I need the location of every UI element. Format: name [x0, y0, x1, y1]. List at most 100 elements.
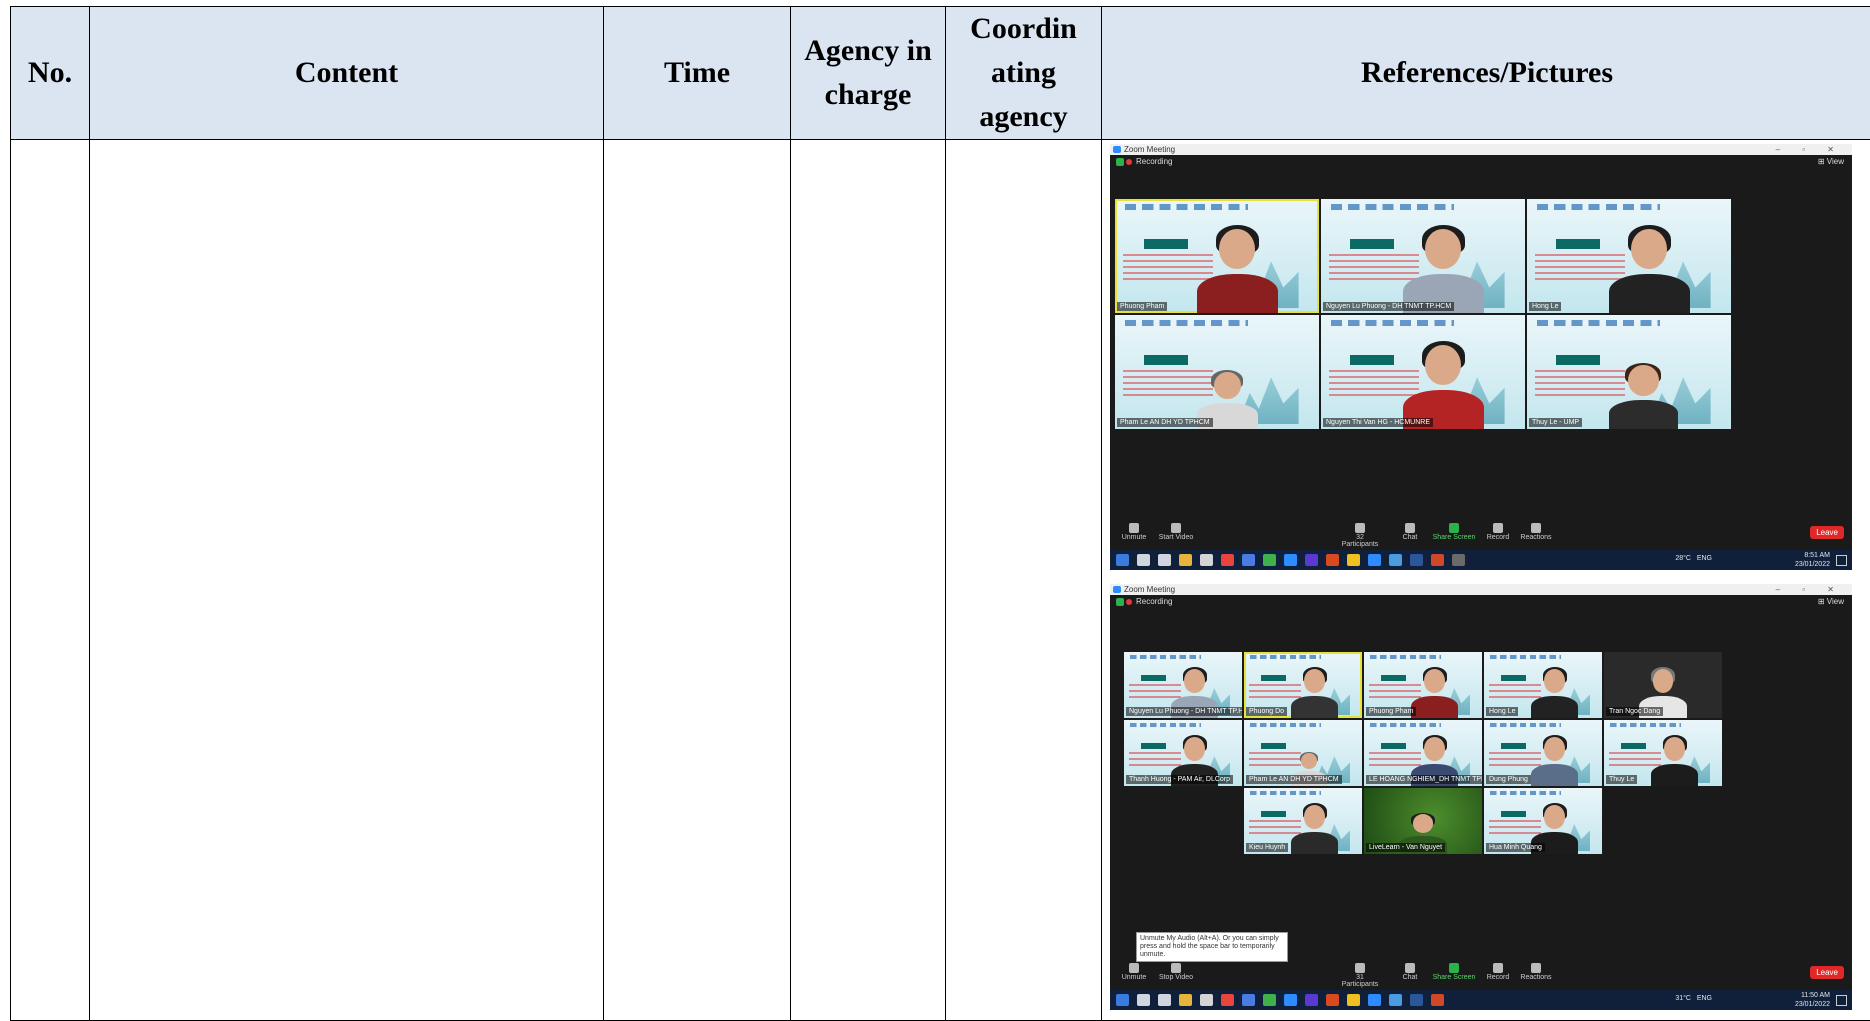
- window-controls[interactable]: – ▫ ✕: [1776, 144, 1844, 155]
- reactions-icon: [1531, 523, 1541, 533]
- window-controls[interactable]: – ▫ ✕: [1776, 584, 1844, 595]
- video-tile[interactable]: LE HOANG NGHIEM_DH TNMT TPHC: [1364, 720, 1482, 786]
- windows-taskbar: 28°C ENG 8:51 AM23/01/2022: [1110, 550, 1852, 570]
- stop-video-button[interactable]: Stop Video: [1154, 961, 1198, 981]
- video-tile[interactable]: Pham Le AN DH YD TPHCM: [1115, 315, 1319, 429]
- participant-name: LiveLearn - Van Nguyet: [1366, 843, 1445, 852]
- sticky-notes-icon[interactable]: [1347, 554, 1360, 566]
- video-tile[interactable]: Phuong Pham: [1115, 199, 1319, 313]
- video-tile[interactable]: Tran Ngoc Dang: [1604, 652, 1722, 718]
- zoom-logo-icon: [1113, 146, 1121, 153]
- illustrator-icon[interactable]: [1326, 554, 1339, 566]
- video-tile[interactable]: Phuong Pham: [1364, 652, 1482, 718]
- view-button[interactable]: ⊞ View: [1818, 595, 1844, 609]
- notification-icon[interactable]: [1836, 995, 1847, 1006]
- participant-name: Phuong Pham: [1366, 707, 1416, 716]
- video-tile[interactable]: Nguyen Lu Phuong - DH TNMT TP.HCM: [1124, 652, 1242, 718]
- notification-icon[interactable]: [1836, 555, 1847, 566]
- video-tile[interactable]: Nguyen Lu Phuong - DH TNMT TP.HCM: [1321, 199, 1525, 313]
- search-icon[interactable]: [1137, 554, 1150, 566]
- file-explorer-icon[interactable]: [1179, 994, 1192, 1006]
- store-icon[interactable]: [1200, 994, 1213, 1006]
- app-icon[interactable]: [1263, 994, 1276, 1006]
- participant-name: Nguyen Lu Phuong - DH TNMT TP.HCM: [1323, 302, 1454, 311]
- powerpoint-icon[interactable]: [1431, 554, 1444, 566]
- zoom-taskbar-icon[interactable]: [1389, 554, 1402, 566]
- chat-icon: [1405, 523, 1415, 533]
- unmute-button[interactable]: Unmute: [1112, 961, 1156, 981]
- view-button[interactable]: ⊞ View: [1818, 155, 1844, 169]
- leave-button[interactable]: Leave: [1810, 966, 1844, 979]
- app-icon[interactable]: [1305, 994, 1318, 1006]
- video-tile[interactable]: Nguyen Thi Van HG - HCMUNRE: [1321, 315, 1525, 429]
- chat-button[interactable]: Chat: [1388, 521, 1432, 541]
- chrome-icon[interactable]: [1221, 554, 1234, 566]
- chat-icon: [1405, 963, 1415, 973]
- recording-label: Recording: [1136, 157, 1172, 166]
- video-tile[interactable]: Dung Phung: [1484, 720, 1602, 786]
- app-icon[interactable]: [1263, 554, 1276, 566]
- meeting-controls: Unmute Stop Video 31 Participants Chat S…: [1110, 961, 1852, 989]
- chat-button[interactable]: Chat: [1388, 961, 1432, 981]
- participants-button[interactable]: 32 Participants: [1338, 521, 1382, 548]
- taskbar-clock: 11:50 AM23/01/2022: [1795, 991, 1830, 1009]
- video-tile[interactable]: Phuong Do: [1244, 652, 1362, 718]
- header-content: Content: [90, 7, 604, 140]
- header-no: No.: [11, 7, 90, 140]
- app-icon[interactable]: [1242, 994, 1255, 1006]
- video-tile[interactable]: Thuy Le: [1604, 720, 1722, 786]
- cell-content: [90, 140, 604, 1021]
- task-view-icon[interactable]: [1158, 554, 1171, 566]
- video-tile[interactable]: Hong Le: [1527, 199, 1731, 313]
- reactions-button[interactable]: Reactions: [1514, 961, 1558, 981]
- zoom-taskbar-icon[interactable]: [1389, 994, 1402, 1006]
- participant-name: LE HOANG NGHIEM_DH TNMT TPHC: [1366, 775, 1482, 784]
- zoom-taskbar-icon[interactable]: [1368, 554, 1381, 566]
- participant-name: Pham Le AN DH YD TPHCM: [1117, 418, 1213, 427]
- cell-references: Zoom Meeting – ▫ ✕ Recording ⊞ View Phuo…: [1102, 140, 1870, 1021]
- unmute-button[interactable]: Unmute: [1112, 521, 1156, 541]
- report-table: No. Content Time Agency in charge Coordi…: [10, 6, 1870, 1021]
- leave-button[interactable]: Leave: [1810, 526, 1844, 539]
- app-icon[interactable]: [1305, 554, 1318, 566]
- word-icon[interactable]: [1410, 994, 1423, 1006]
- share-screen-button[interactable]: Share Screen: [1432, 521, 1476, 541]
- video-tile[interactable]: Thanh Huong - PAM Air, DLCorp: [1124, 720, 1242, 786]
- windows-start-icon[interactable]: [1116, 994, 1129, 1006]
- search-icon[interactable]: [1137, 994, 1150, 1006]
- video-off-icon: [1171, 523, 1181, 533]
- participants-button[interactable]: 31 Participants: [1338, 961, 1382, 988]
- zoom-taskbar-icon[interactable]: [1368, 994, 1381, 1006]
- microphone-muted-icon: [1129, 523, 1139, 533]
- task-view-icon[interactable]: [1158, 994, 1171, 1006]
- unmute-tooltip: Unmute My Audio (Alt+A). Or you can simp…: [1136, 932, 1288, 962]
- video-tile[interactable]: Hua Minh Quang: [1484, 788, 1602, 854]
- recording-bar: Recording ⊞ View: [1110, 155, 1852, 169]
- video-tile[interactable]: Pham Le AN DH YD TPHCM: [1244, 720, 1362, 786]
- sticky-notes-icon[interactable]: [1347, 994, 1360, 1006]
- start-video-button[interactable]: Start Video: [1154, 521, 1198, 541]
- share-screen-button[interactable]: Share Screen: [1432, 961, 1476, 981]
- app-icon[interactable]: [1284, 994, 1297, 1006]
- video-tile[interactable]: Kieu Huynh: [1244, 788, 1362, 854]
- participant-name: Kieu Huynh: [1246, 843, 1288, 852]
- store-icon[interactable]: [1200, 554, 1213, 566]
- word-icon[interactable]: [1410, 554, 1423, 566]
- app-icon[interactable]: [1242, 554, 1255, 566]
- file-explorer-icon[interactable]: [1179, 554, 1192, 566]
- reactions-button[interactable]: Reactions: [1514, 521, 1558, 541]
- video-tile[interactable]: Thuy Le - UMP: [1527, 315, 1731, 429]
- powerpoint-icon[interactable]: [1431, 994, 1444, 1006]
- app-icon[interactable]: [1452, 554, 1465, 566]
- record-dot-icon: [1126, 599, 1132, 605]
- windows-start-icon[interactable]: [1116, 554, 1129, 566]
- participant-name: Thuy Le: [1606, 775, 1637, 784]
- system-tray: 31°C ENG: [1675, 995, 1712, 1002]
- chrome-icon[interactable]: [1221, 994, 1234, 1006]
- video-tile[interactable]: Hong Le: [1484, 652, 1602, 718]
- participants-icon: [1355, 523, 1365, 533]
- illustrator-icon[interactable]: [1326, 994, 1339, 1006]
- video-tile[interactable]: LiveLearn - Van Nguyet: [1364, 788, 1482, 854]
- app-icon[interactable]: [1284, 554, 1297, 566]
- zoom-titlebar: Zoom Meeting – ▫ ✕: [1110, 584, 1852, 595]
